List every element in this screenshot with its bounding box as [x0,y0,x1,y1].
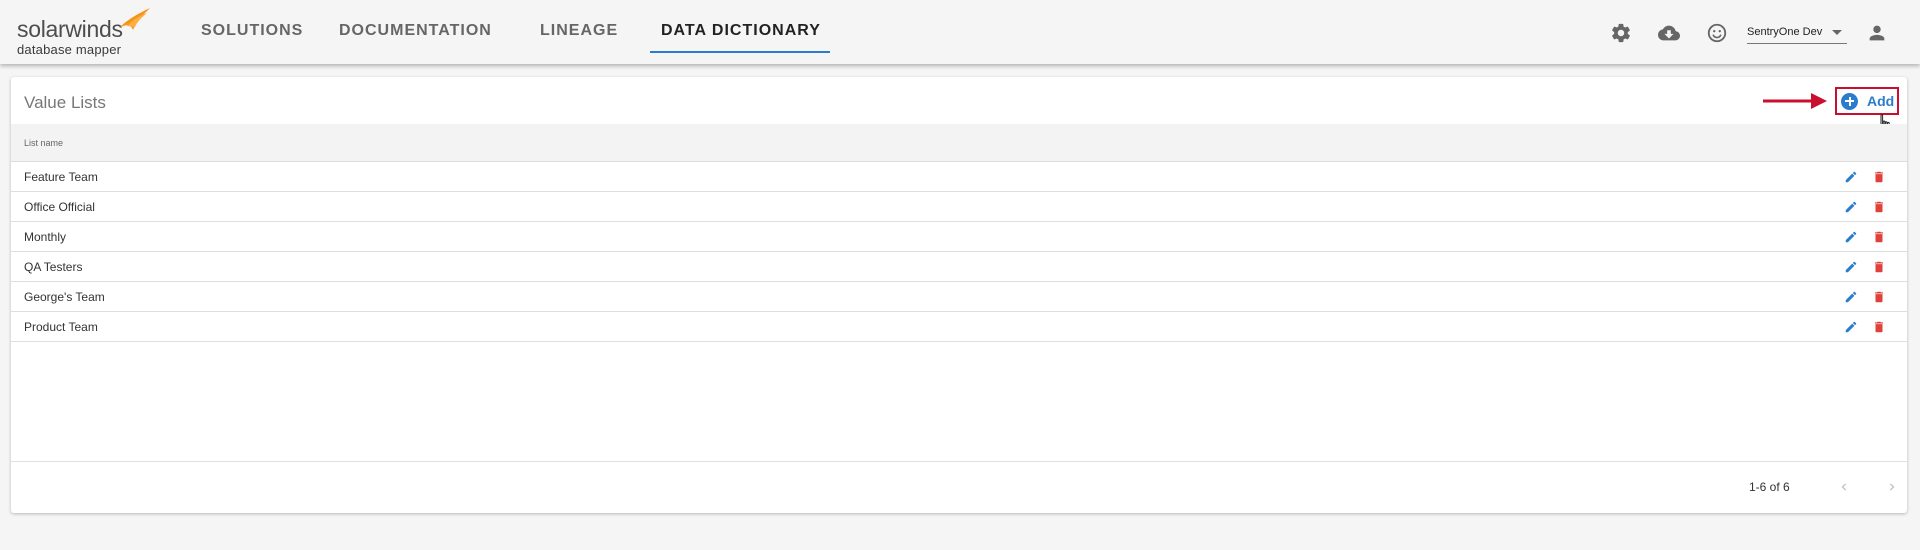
column-header-list-name[interactable]: List name [24,138,63,148]
table-row[interactable]: Monthly [11,222,1907,252]
table-row[interactable]: QA Testers [11,252,1907,282]
add-button-label: Add [1867,93,1895,109]
edit-pencil-icon[interactable] [1844,290,1858,304]
list-name-cell: Feature Team [24,170,98,184]
top-navigation-bar: solarwinds database mapper SOLUTIONS DOC… [0,0,1920,64]
list-name-cell: Product Team [24,320,98,334]
cloud-download-icon[interactable] [1656,20,1682,46]
table-row[interactable]: Office Official [11,192,1907,222]
next-page-button[interactable] [1881,476,1903,498]
callout-arrow-icon [1763,93,1827,109]
edit-pencil-icon[interactable] [1844,320,1858,334]
tab-data-dictionary[interactable]: DATA DICTIONARY [661,22,821,40]
logo-product-name: database mapper [17,42,122,57]
logo-brand-name: solarwinds [17,16,123,42]
edit-pencil-icon[interactable] [1844,170,1858,184]
table-footer: 1-6 of 6 [11,461,1907,513]
page-title: Value Lists [24,93,106,112]
table-row[interactable]: George's Team [11,282,1907,312]
logo-flame-icon [119,8,150,30]
table-row[interactable]: Feature Team [11,162,1907,192]
workspace-select-value: SentryOne Dev [1747,26,1823,38]
chevron-left-icon [1841,483,1846,491]
delete-trash-icon[interactable] [1872,260,1886,274]
tab-lineage[interactable]: LINEAGE [540,22,618,40]
chevron-right-icon [1890,483,1895,491]
table-header: List name [11,124,1907,162]
active-tab-indicator [650,51,830,53]
edit-pencil-icon[interactable] [1844,200,1858,214]
delete-trash-icon[interactable] [1872,290,1886,304]
add-circle-icon [1841,92,1858,110]
list-name-cell: QA Testers [24,260,83,274]
workspace-select[interactable]: SentryOne Dev [1747,22,1847,44]
delete-trash-icon[interactable] [1872,200,1886,214]
person-icon[interactable] [1864,20,1890,46]
tab-documentation[interactable]: DOCUMENTATION [339,22,492,40]
smiley-icon[interactable] [1704,20,1730,46]
list-name-cell: George's Team [24,290,105,304]
add-button[interactable]: Add [1835,87,1899,115]
previous-page-button[interactable] [1833,476,1855,498]
edit-pencil-icon[interactable] [1844,230,1858,244]
gear-icon[interactable] [1608,20,1634,46]
list-name-cell: Office Official [24,200,95,214]
delete-trash-icon[interactable] [1872,320,1886,334]
list-name-cell: Monthly [24,230,67,244]
pagination-range: 1-6 of 6 [1749,480,1790,494]
table-row[interactable]: Product Team [11,312,1907,342]
tab-solutions[interactable]: SOLUTIONS [201,22,303,40]
solarwinds-logo[interactable]: solarwinds database mapper [17,6,162,58]
value-lists-card: Value Lists Add List name Feature Team O… [11,77,1907,513]
delete-trash-icon[interactable] [1872,230,1886,244]
chevron-down-icon [1832,30,1842,35]
delete-trash-icon[interactable] [1872,170,1886,184]
edit-pencil-icon[interactable] [1844,260,1858,274]
